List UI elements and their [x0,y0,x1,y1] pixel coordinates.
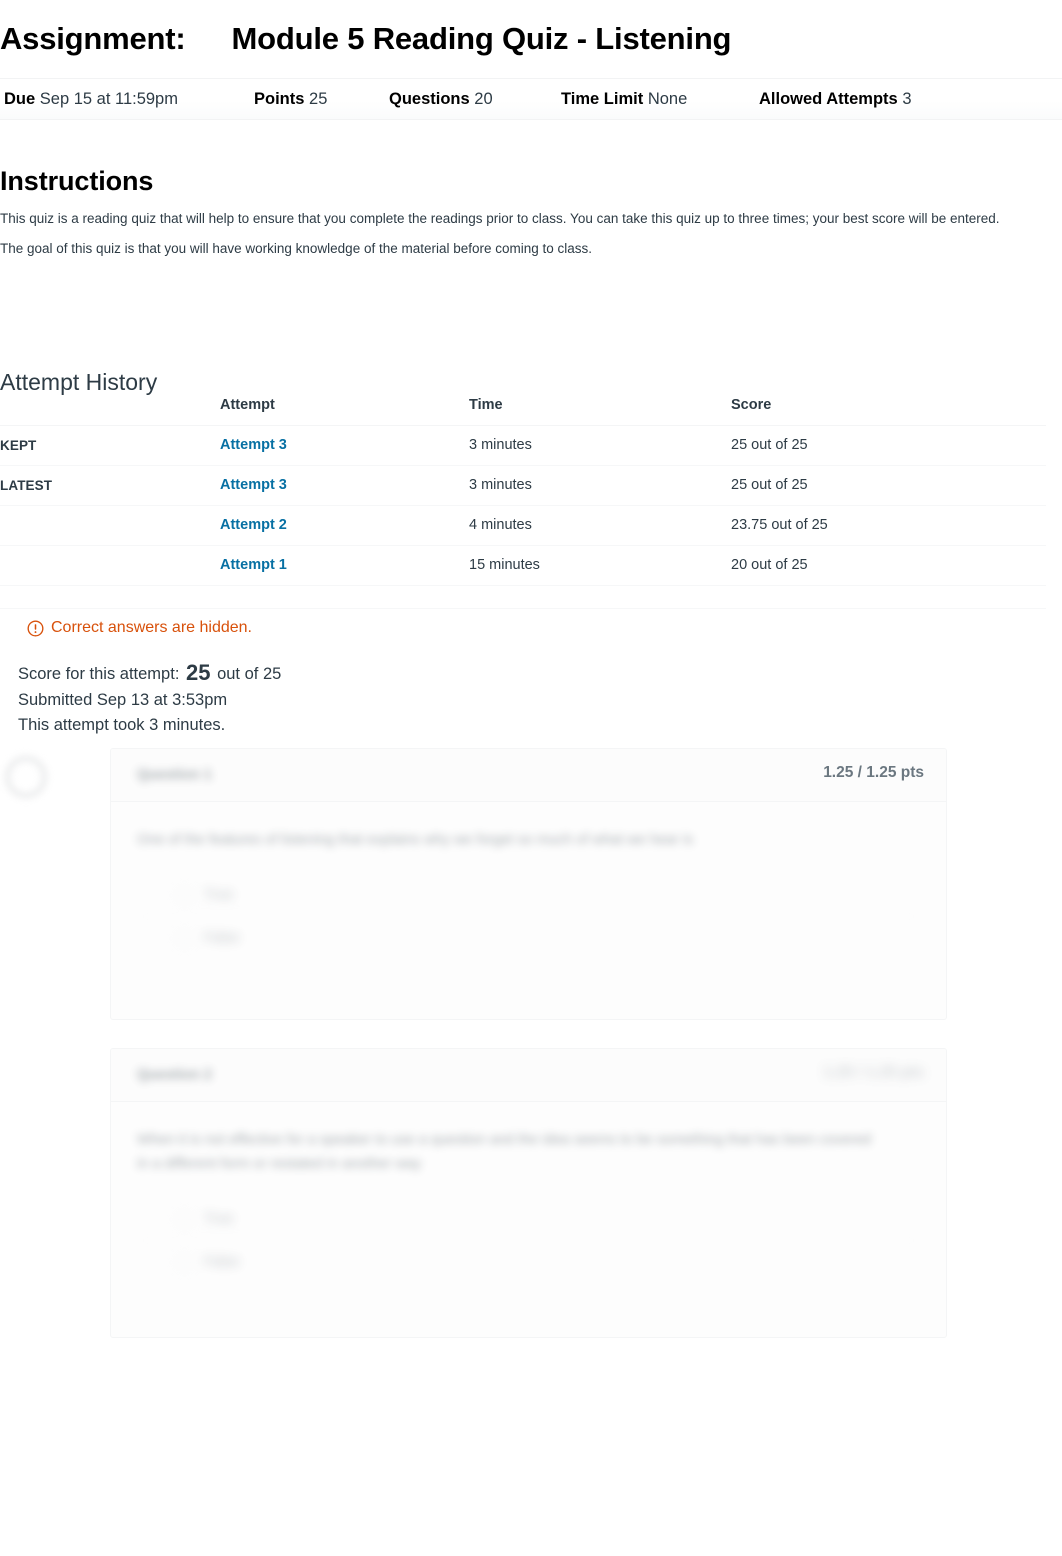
radio-icon[interactable] [177,887,192,903]
attempt-flag: KEPT [0,425,220,466]
score-value: 25 [186,660,211,685]
attempt-flag [0,545,220,586]
attempt-flag [0,505,220,546]
attempt-score: 20 out of 25 [731,545,1046,586]
meta-points-label: Points [254,90,305,108]
instructions-paragraph-2: The goal of this quiz is that you will h… [0,241,593,256]
attempt-link[interactable]: Attempt 1 [220,557,287,573]
question-points: 1.25 / 1.25 pts [823,764,924,781]
correct-answers-hidden-text: Correct answers are hidden. [51,619,252,636]
score-summary: Score for this attempt: 25 out of 25 Sub… [18,660,281,739]
question-name: Question 2 [137,1067,212,1083]
answer-option[interactable]: False [137,917,920,959]
meta-time-limit-label: Time Limit [561,90,644,108]
attempt-time: 3 minutes [469,465,731,506]
assignment-meta-bar: Due Sep 15 at 11:59pm Points 25 Question… [0,78,1062,120]
table-row-spacer [0,585,1046,609]
meta-time-limit: Time Limit None [561,90,687,109]
table-header-row: Attempt Time Score [0,391,1046,426]
question-card: Question 2 1.25 / 1.25 pts When it is no… [110,1048,947,1338]
attempt-link[interactable]: Attempt 3 [220,437,287,453]
meta-time-limit-value: None [647,90,688,108]
meta-allowed-attempts-label: Allowed Attempts [759,90,898,108]
attempt-time: 3 minutes [469,425,731,466]
meta-due: Due Sep 15 at 11:59pm [4,90,178,109]
question-body: One of the features of listening that ex… [111,802,946,959]
question-card: Question 1 1.25 / 1.25 pts One of the fe… [110,748,947,1020]
attempt-cell: Attempt 1 [220,545,469,586]
column-header-time: Time [469,391,731,426]
score-line: Score for this attempt: 25 out of 25 [18,660,281,688]
meta-allowed-attempts-value: 3 [902,90,912,108]
instructions-body: This quiz is a reading quiz that will he… [0,208,1046,268]
meta-questions-label: Questions [389,90,470,108]
page-title: Assignment: Module 5 Reading Quiz - Liste… [0,21,731,57]
radio-icon[interactable] [177,1254,192,1270]
meta-questions-value: 20 [474,90,493,108]
score-prefix: Score for this attempt: [18,665,180,683]
answer-option[interactable]: False [137,1241,920,1283]
answer-label: True [204,1211,234,1227]
page-title-name: Module 5 Reading Quiz - Listening [231,21,732,56]
question-name: Question 1 [137,767,212,783]
column-header-flag [0,391,220,426]
radio-icon[interactable] [177,930,192,946]
attempt-score: 25 out of 25 [731,465,1046,506]
meta-due-label: Due [4,90,36,108]
table-row: LATEST Attempt 3 3 minutes 25 out of 25 [0,465,1046,506]
attempt-time: 15 minutes [469,545,731,586]
attempt-cell: Attempt 2 [220,505,469,546]
answer-label: False [204,1254,240,1270]
attempt-history-table: Attempt Time Score KEPT Attempt 3 3 minu… [0,391,1046,609]
question-answers: True False [137,1198,920,1283]
score-suffix: out of 25 [217,665,282,683]
column-header-attempt: Attempt [220,391,469,426]
attempt-time: 4 minutes [469,505,731,546]
attempt-score: 25 out of 25 [731,425,1046,466]
attempt-score: 23.75 out of 25 [731,505,1046,546]
submitted-line: Submitted Sep 13 at 3:53pm [18,690,228,709]
column-header-score: Score [731,391,1046,426]
answer-label: True [204,887,234,903]
radio-icon[interactable] [177,1211,192,1227]
question-header: Question 1 1.25 / 1.25 pts [111,749,946,802]
answer-option[interactable]: True [137,874,920,917]
question-text: When it is not effective for a speaker t… [137,1132,872,1172]
table-row: Attempt 2 4 minutes 23.75 out of 25 [0,505,1046,546]
attempt-flag: LATEST [0,465,220,506]
table-row: Attempt 1 15 minutes 20 out of 25 [0,545,1046,586]
duration-line: This attempt took 3 minutes. [18,716,226,734]
table-row: KEPT Attempt 3 3 minutes 25 out of 25 [0,425,1046,466]
answer-option[interactable]: True [137,1198,920,1241]
instructions-paragraph-1: This quiz is a reading quiz that will he… [0,211,1000,226]
meta-questions: Questions 20 [389,90,493,109]
attempt-cell: Attempt 3 [220,425,469,466]
attempt-link[interactable]: Attempt 2 [220,517,287,533]
meta-points-value: 25 [309,90,328,108]
meta-allowed-attempts: Allowed Attempts 3 [759,90,912,109]
attempt-link[interactable]: Attempt 3 [220,477,287,493]
page-title-label: Assignment: [0,21,186,56]
correct-answers-hidden-notice: Correct answers are hidden. [27,619,252,637]
attempt-cell: Attempt 3 [220,465,469,506]
answer-label: False [204,930,240,946]
avatar [4,755,48,799]
meta-points: Points 25 [254,90,327,109]
meta-due-value: Sep 15 at 11:59pm [39,90,178,108]
question-answers: True False [137,874,920,959]
instructions-heading: Instructions [0,166,154,197]
question-points: 1.25 / 1.25 pts [823,1064,924,1081]
question-text: One of the features of listening that ex… [137,832,694,848]
question-body: When it is not effective for a speaker t… [111,1102,946,1283]
warning-circle-icon [27,620,44,636]
question-header: Question 2 1.25 / 1.25 pts [111,1049,946,1102]
